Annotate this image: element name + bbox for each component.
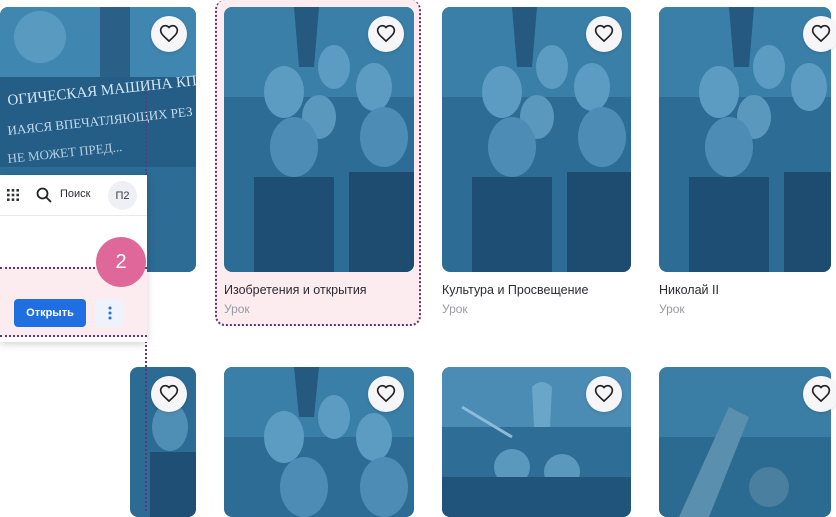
favorite-button[interactable] (368, 16, 404, 52)
favorite-button[interactable] (586, 16, 622, 52)
heart-outline-icon (159, 24, 179, 43)
heart-outline-icon (376, 24, 396, 43)
card-type: Урок (442, 302, 468, 316)
open-button[interactable]: Открыть (14, 299, 86, 327)
favorite-button[interactable] (803, 16, 836, 52)
card-title[interactable]: Николай II (659, 283, 719, 297)
vertical-dots-icon (108, 306, 112, 320)
heart-outline-icon (159, 384, 179, 403)
card-title[interactable]: Изобретения и открытия (224, 283, 367, 297)
card-title[interactable]: Культура и Просвещение (442, 283, 588, 297)
step-number-badge: 2 (96, 237, 146, 287)
avatar[interactable]: П2 (108, 181, 137, 210)
more-options-button[interactable] (96, 299, 124, 327)
heart-outline-icon (594, 24, 614, 43)
card-type: Урок (224, 302, 250, 316)
favorite-button[interactable] (803, 376, 836, 412)
favorite-button[interactable] (586, 376, 622, 412)
inset-toolbar: Поиск П2 (0, 175, 147, 216)
card-type: Урок (659, 302, 685, 316)
grid-icon[interactable] (6, 188, 20, 202)
favorite-button[interactable] (368, 376, 404, 412)
heart-outline-icon (376, 384, 396, 403)
card-thumbnail[interactable] (659, 7, 831, 272)
heart-outline-icon (811, 24, 831, 43)
favorite-button[interactable] (151, 376, 187, 412)
search-label[interactable]: Поиск (60, 188, 90, 200)
heart-outline-icon (594, 384, 614, 403)
heart-outline-icon (811, 384, 831, 403)
favorite-button[interactable] (151, 16, 187, 52)
search-icon[interactable] (36, 187, 52, 203)
